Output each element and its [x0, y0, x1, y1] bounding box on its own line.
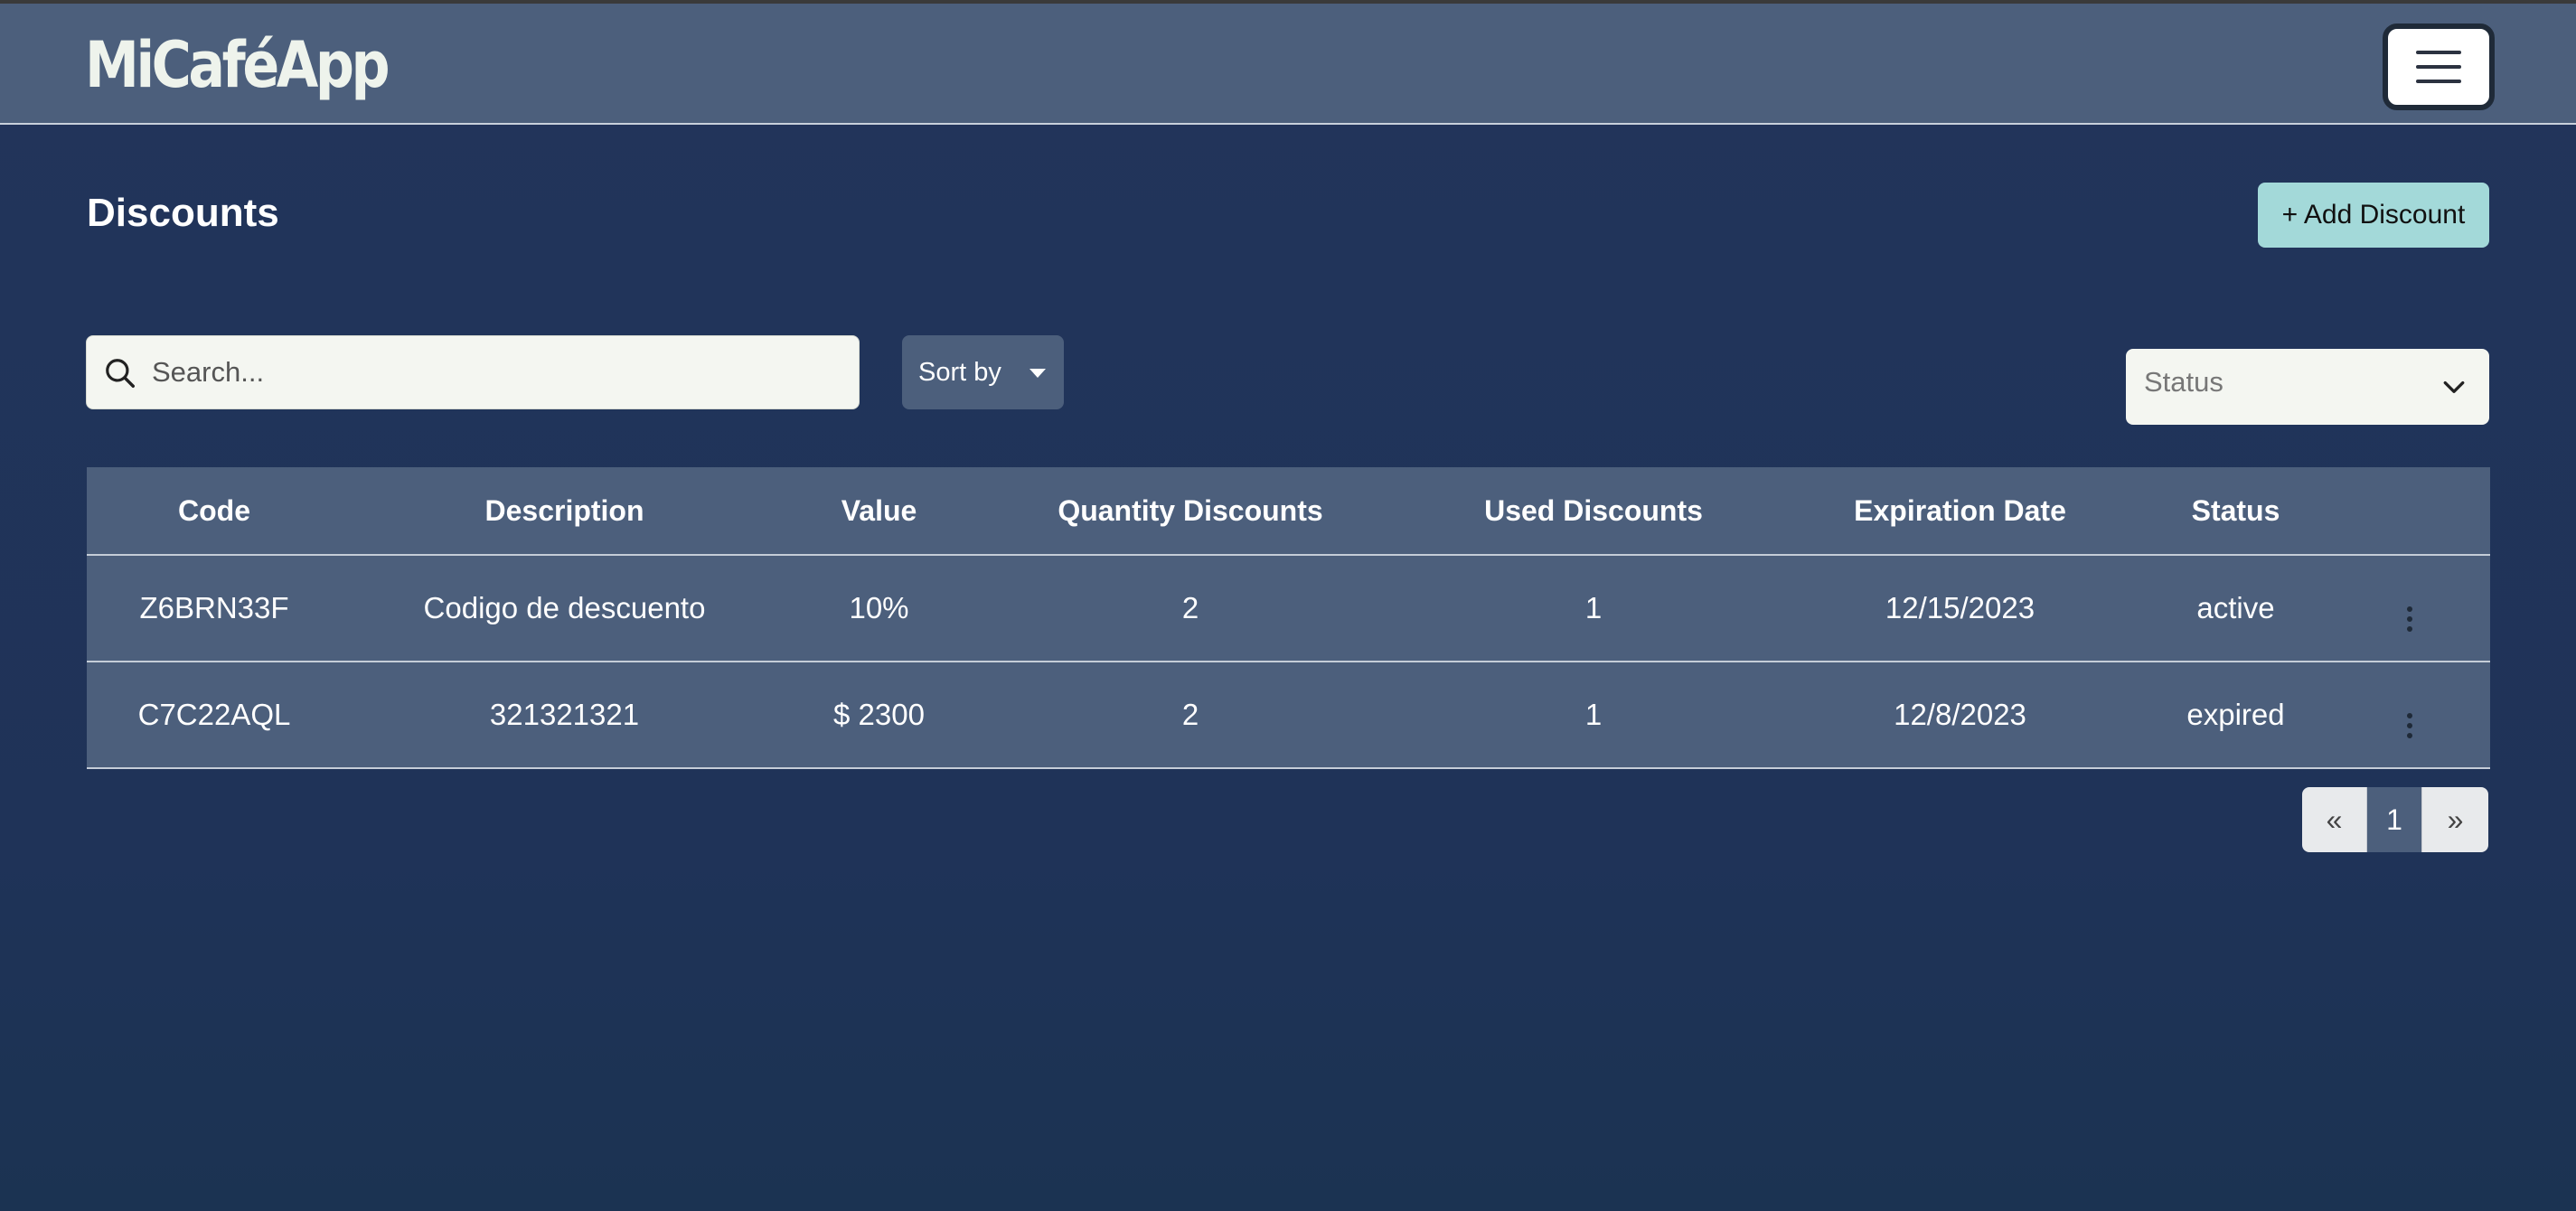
cell-value: 10% — [849, 591, 909, 624]
cell-code: Z6BRN33F — [139, 591, 289, 624]
cell-description: 321321321 — [489, 698, 640, 731]
row-actions-cell — [2328, 662, 2490, 768]
search-field[interactable] — [86, 335, 860, 409]
column-header-used-discounts[interactable]: Used Discounts — [1410, 467, 1777, 555]
cell-status: active — [2196, 591, 2275, 624]
column-header-status[interactable]: Status — [2143, 467, 2328, 555]
hamburger-line — [2416, 65, 2461, 69]
table-header-row: Code Description Value Quantity Discount… — [87, 467, 2490, 555]
pagination-next-button[interactable]: » — [2422, 787, 2488, 852]
search-icon — [106, 359, 135, 388]
status-filter-value: Status — [2144, 366, 2223, 398]
cell-status: expired — [2186, 698, 2285, 731]
pagination-prev-button[interactable]: « — [2302, 787, 2366, 852]
brand-logo[interactable]: MiCaféApp — [85, 29, 390, 101]
more-vertical-icon[interactable] — [2406, 606, 2412, 632]
cell-code: C7C22AQL — [137, 698, 291, 731]
navbar: MiCaféApp — [0, 4, 2576, 125]
hamburger-menu-icon — [2416, 51, 2461, 54]
table-row[interactable]: C7C22AQL 321321321 $ 2300 2 1 12/8/2023 … — [87, 662, 2490, 768]
cell-used: 1 — [1584, 698, 1603, 731]
page-title: Discounts — [87, 191, 279, 235]
column-header-actions — [2328, 467, 2490, 555]
column-header-value[interactable]: Value — [787, 467, 971, 555]
more-vertical-icon[interactable] — [2406, 713, 2412, 738]
pagination-page-1[interactable]: 1 — [2366, 787, 2422, 852]
menu-toggle-button[interactable] — [2383, 23, 2495, 110]
row-actions-cell — [2328, 555, 2490, 662]
chevron-down-icon — [2443, 380, 2465, 393]
column-header-quantity-discounts[interactable]: Quantity Discounts — [971, 467, 1410, 555]
cell-quantity: 2 — [1181, 698, 1199, 731]
discounts-table: Code Description Value Quantity Discount… — [87, 467, 2490, 769]
sort-by-dropdown[interactable]: Sort by — [902, 335, 1064, 409]
column-header-code[interactable]: Code — [87, 467, 342, 555]
pagination: « 1 » — [2302, 787, 2488, 852]
cell-value: $ 2300 — [833, 698, 925, 731]
status-filter-select[interactable]: Status — [2126, 349, 2489, 425]
caret-down-icon — [1029, 369, 1046, 378]
cell-used: 1 — [1584, 591, 1603, 624]
cell-expiration: 12/15/2023 — [1885, 591, 2035, 624]
column-header-expiration-date[interactable]: Expiration Date — [1777, 467, 2143, 555]
add-discount-button[interactable]: + Add Discount — [2258, 183, 2489, 248]
cell-description: Codigo de descuento — [423, 591, 706, 624]
search-input[interactable] — [152, 336, 839, 408]
hamburger-line — [2416, 80, 2461, 83]
cell-expiration: 12/8/2023 — [1894, 698, 2026, 731]
cell-quantity: 2 — [1181, 591, 1199, 624]
table-row[interactable]: Z6BRN33F Codigo de descuento 10% 2 1 12/… — [87, 555, 2490, 662]
sort-by-label: Sort by — [918, 357, 1001, 387]
column-header-description[interactable]: Description — [342, 467, 787, 555]
